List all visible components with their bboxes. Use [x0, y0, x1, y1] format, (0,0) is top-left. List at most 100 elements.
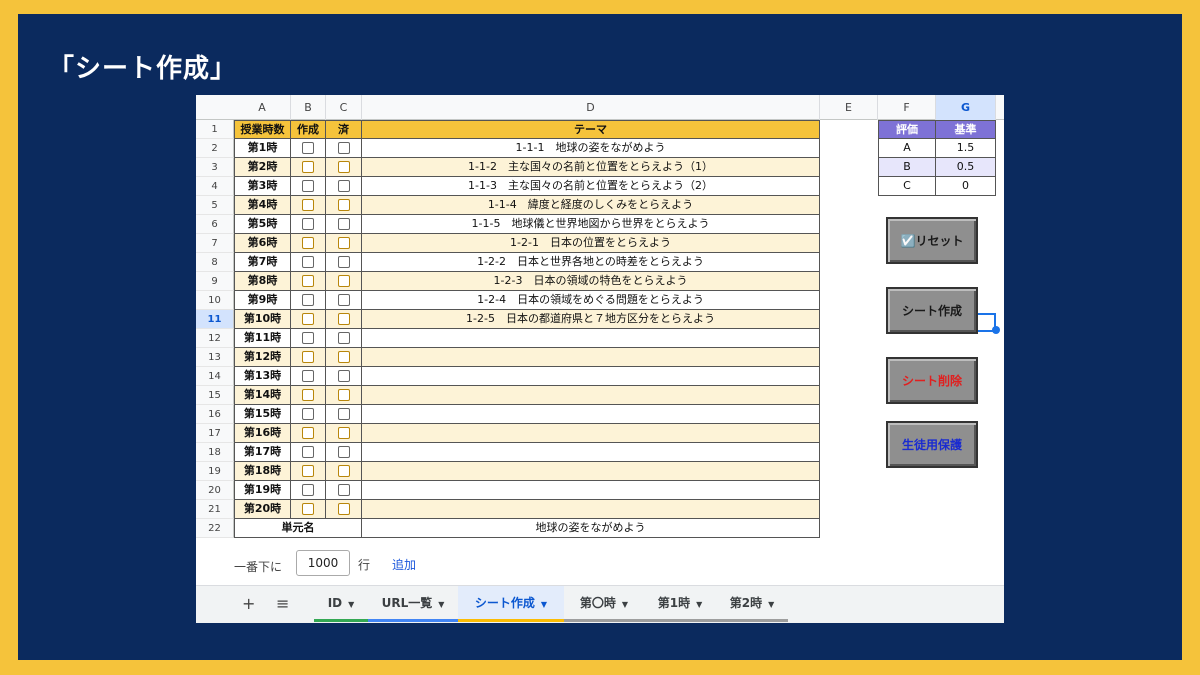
theme-cell[interactable]: 1-2-2 日本と世界各地との時差をとらえよう — [362, 253, 820, 272]
period-cell[interactable]: 第7時 — [234, 253, 291, 272]
done-checkbox[interactable] — [337, 332, 350, 344]
done-checkbox-cell[interactable] — [326, 329, 362, 348]
header-create[interactable]: 作成 — [291, 120, 326, 139]
done-checkbox-cell[interactable] — [326, 424, 362, 443]
create-checkbox-cell[interactable] — [291, 348, 326, 367]
row-header-14[interactable]: 14 — [196, 367, 234, 386]
row-header-13[interactable]: 13 — [196, 348, 234, 367]
period-cell[interactable]: 第12時 — [234, 348, 291, 367]
done-checkbox[interactable] — [337, 218, 350, 230]
create-checkbox-cell[interactable] — [291, 329, 326, 348]
create-checkbox-cell[interactable] — [291, 215, 326, 234]
header-done[interactable]: 済 — [326, 120, 362, 139]
theme-cell[interactable]: 1-1-1 地球の姿をながめよう — [362, 139, 820, 158]
create-checkbox[interactable] — [302, 408, 314, 420]
done-checkbox[interactable] — [337, 256, 350, 268]
create-checkbox-cell[interactable] — [291, 139, 326, 158]
create-checkbox-cell[interactable] — [291, 500, 326, 519]
period-cell[interactable]: 第17時 — [234, 443, 291, 462]
create-checkbox[interactable] — [302, 427, 314, 439]
row-header-8[interactable]: 8 — [196, 253, 234, 272]
create-checkbox[interactable] — [302, 465, 314, 477]
done-checkbox[interactable] — [337, 237, 350, 249]
column-header-b[interactable]: B — [291, 95, 326, 120]
create-checkbox[interactable] — [302, 484, 314, 496]
all-sheets-menu-icon[interactable]: ≡ — [276, 594, 289, 613]
period-cell[interactable]: 第4時 — [234, 196, 291, 215]
chevron-down-icon[interactable]: ▼ — [696, 600, 702, 609]
done-checkbox[interactable] — [337, 142, 350, 154]
eval-cell[interactable]: 0 — [936, 177, 996, 196]
header-theme[interactable]: テーマ — [362, 120, 820, 139]
add-rows-button[interactable]: 追加 — [392, 556, 416, 573]
theme-cell[interactable]: 1-1-2 主な国々の名前と位置をとらえよう（1） — [362, 158, 820, 177]
row-header-16[interactable]: 16 — [196, 405, 234, 424]
done-checkbox-cell[interactable] — [326, 177, 362, 196]
row-header-12[interactable]: 12 — [196, 329, 234, 348]
column-header-c[interactable]: C — [326, 95, 362, 120]
row-header-4[interactable]: 4 — [196, 177, 234, 196]
protect-sheet-button[interactable]: 生徒用保護 — [886, 421, 978, 468]
theme-cell[interactable] — [362, 443, 820, 462]
sheet-tab-1[interactable]: URL一覧 ▼ — [368, 586, 458, 622]
done-checkbox-cell[interactable] — [326, 310, 362, 329]
done-checkbox-cell[interactable] — [326, 234, 362, 253]
done-checkbox-cell[interactable] — [326, 253, 362, 272]
create-checkbox-cell[interactable] — [291, 443, 326, 462]
create-checkbox[interactable] — [302, 503, 314, 515]
done-checkbox[interactable] — [337, 465, 350, 477]
row-header-22[interactable]: 22 — [196, 519, 234, 538]
row-header-11[interactable]: 11 — [196, 310, 234, 329]
done-checkbox-cell[interactable] — [326, 481, 362, 500]
theme-cell[interactable]: 1-1-4 緯度と経度のしくみをとらえよう — [362, 196, 820, 215]
theme-cell[interactable] — [362, 329, 820, 348]
done-checkbox[interactable] — [337, 199, 350, 211]
period-cell[interactable]: 第6時 — [234, 234, 291, 253]
header-period[interactable]: 授業時数 — [234, 120, 291, 139]
eval-cell[interactable]: C — [878, 177, 936, 196]
column-header-e[interactable]: E — [820, 95, 878, 120]
create-checkbox-cell[interactable] — [291, 196, 326, 215]
row-header-6[interactable]: 6 — [196, 215, 234, 234]
row-header-20[interactable]: 20 — [196, 481, 234, 500]
theme-cell[interactable] — [362, 500, 820, 519]
period-cell[interactable]: 第13時 — [234, 367, 291, 386]
reset-button[interactable]: ☑️リセット — [886, 217, 978, 264]
done-checkbox-cell[interactable] — [326, 348, 362, 367]
theme-cell[interactable]: 1-2-3 日本の領域の特色をとらえよう — [362, 272, 820, 291]
row-header-9[interactable]: 9 — [196, 272, 234, 291]
create-sheet-button[interactable]: シート作成 — [886, 287, 978, 334]
period-cell[interactable]: 第5時 — [234, 215, 291, 234]
column-header-a[interactable]: A — [234, 95, 291, 120]
create-checkbox-cell[interactable] — [291, 272, 326, 291]
row-header-15[interactable]: 15 — [196, 386, 234, 405]
create-checkbox[interactable] — [302, 446, 314, 458]
create-checkbox[interactable] — [302, 332, 314, 344]
theme-cell[interactable]: 1-2-1 日本の位置をとらえよう — [362, 234, 820, 253]
done-checkbox[interactable] — [337, 503, 350, 515]
done-checkbox[interactable] — [337, 351, 350, 363]
theme-cell[interactable] — [362, 424, 820, 443]
done-checkbox[interactable] — [337, 313, 350, 325]
period-cell[interactable]: 第18時 — [234, 462, 291, 481]
theme-cell[interactable]: 1-1-5 地球儀と世界地図から世界をとらえよう — [362, 215, 820, 234]
eval-header-0[interactable]: 評価 — [878, 120, 936, 139]
period-cell[interactable]: 第19時 — [234, 481, 291, 500]
row-header-17[interactable]: 17 — [196, 424, 234, 443]
period-cell[interactable]: 第11時 — [234, 329, 291, 348]
theme-cell[interactable] — [362, 348, 820, 367]
column-header-d[interactable]: D — [362, 95, 820, 120]
period-cell[interactable]: 第15時 — [234, 405, 291, 424]
row-header-21[interactable]: 21 — [196, 500, 234, 519]
create-checkbox[interactable] — [302, 294, 314, 306]
column-header-g[interactable]: G — [936, 95, 996, 120]
row-header-10[interactable]: 10 — [196, 291, 234, 310]
done-checkbox[interactable] — [337, 408, 350, 420]
create-checkbox[interactable] — [302, 370, 314, 382]
create-checkbox-cell[interactable] — [291, 405, 326, 424]
unit-name-cell[interactable]: 地球の姿をながめよう — [362, 519, 820, 538]
theme-cell[interactable]: 1-2-4 日本の領域をめぐる問題をとらえよう — [362, 291, 820, 310]
eval-cell[interactable]: A — [878, 139, 936, 158]
fill-handle[interactable] — [992, 326, 1000, 334]
create-checkbox[interactable] — [302, 199, 314, 211]
